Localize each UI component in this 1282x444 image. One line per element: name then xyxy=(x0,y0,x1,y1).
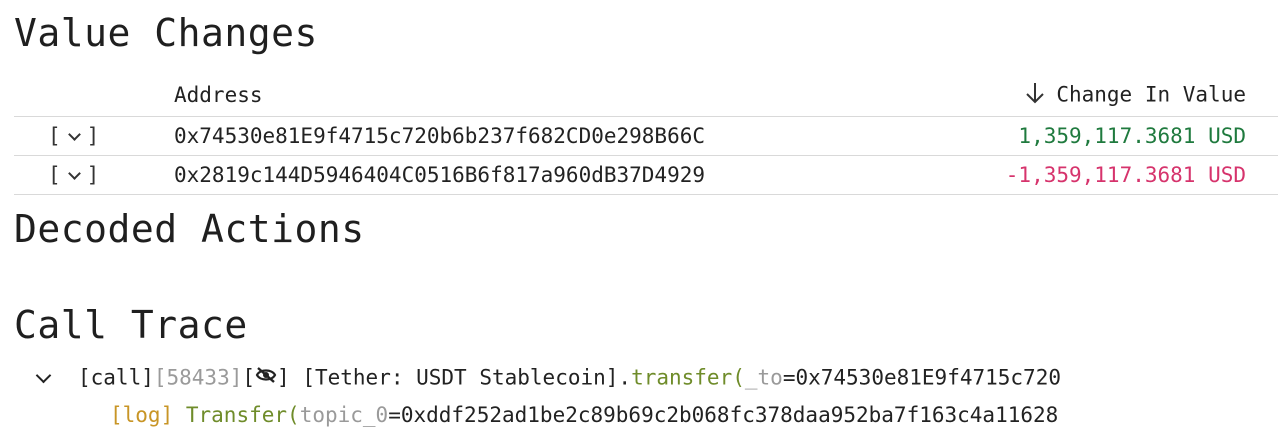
table-row: [] 0x74530e81E9f4715c720b6b237f682CD0e29… xyxy=(14,116,1278,156)
expand-column-header xyxy=(14,74,174,117)
bracket-open: [ xyxy=(48,124,61,148)
call-trace-title: Call Trace xyxy=(14,303,248,347)
bracket-close: ] xyxy=(277,365,290,390)
decoded-actions-title: Decoded Actions xyxy=(14,207,365,251)
call-trace: [call][58433][ ] [Tether: USDT Stablecoi… xyxy=(0,362,1282,438)
event-name: Transfer xyxy=(185,403,288,427)
bracket-close: ] xyxy=(86,124,100,148)
call-type: [call] xyxy=(78,365,154,390)
function-name: transfer xyxy=(631,365,733,390)
bracket-open: [ xyxy=(48,163,61,187)
contract-name[interactable]: [Tether: USDT Stablecoin]. xyxy=(302,366,631,390)
gas-used: [58433] xyxy=(153,365,243,390)
param-name: _to xyxy=(744,365,783,390)
table-row: [] 0x2819c144D5946404C0516B6f817a960dB37… xyxy=(14,155,1278,195)
chevron-down-icon xyxy=(67,128,81,141)
chevron-down-icon xyxy=(67,167,81,180)
trace-call-line: [call][58433][ ] [Tether: USDT Stablecoi… xyxy=(0,362,1282,400)
address-column-header[interactable]: Address xyxy=(174,74,904,117)
trace-log-text: [log] Transfer(topic_0=0xddf252ad1be2c89… xyxy=(110,400,1058,430)
trace-log-line: [log] Transfer(topic_0=0xddf252ad1be2c89… xyxy=(0,400,1282,438)
change-value-cell: 1,359,117.3681 USD xyxy=(903,116,1278,156)
change-in-value-column-header[interactable]: Change In Value xyxy=(903,74,1278,117)
address-cell: 0x2819c144D5946404C0516B6f817a960dB37D49… xyxy=(174,155,904,195)
address-cell: 0x74530e81E9f4715c720b6b237f682CD0e298B6… xyxy=(174,116,904,156)
bracket-close: ] xyxy=(86,163,100,187)
param-value: =0x74530e81E9f4715c720 xyxy=(782,365,1061,390)
change-in-value-label: Change In Value xyxy=(1056,82,1246,106)
eye-off-icon[interactable] xyxy=(255,362,277,392)
expand-row-button[interactable]: [] xyxy=(48,124,99,148)
expand-cell: [] xyxy=(14,116,174,156)
expand-cell: [] xyxy=(14,155,174,195)
change-value-cell: -1,359,117.3681 USD xyxy=(903,155,1278,195)
expand-row-button[interactable]: [] xyxy=(48,163,99,187)
value-changes-table: Address Change In Value [] 0x74530e81E9f… xyxy=(14,74,1278,195)
table-header-row: Address Change In Value xyxy=(14,74,1278,117)
arrow-down-icon[interactable] xyxy=(1024,81,1046,110)
paren-open: ( xyxy=(732,365,745,390)
paren-open: ( xyxy=(287,403,300,427)
topic-value: =0xddf252ad1be2c89b69c2b068fc378daa952ba… xyxy=(388,403,1059,427)
trace-call-text: [call][58433][ ] [Tether: USDT Stablecoi… xyxy=(78,362,1061,395)
bracket-open: [ xyxy=(242,365,256,390)
topic-name: topic_0 xyxy=(299,403,389,427)
log-type: [log] xyxy=(110,403,174,427)
value-changes-title: Value Changes xyxy=(14,11,318,55)
chevron-down-icon[interactable] xyxy=(35,367,52,384)
